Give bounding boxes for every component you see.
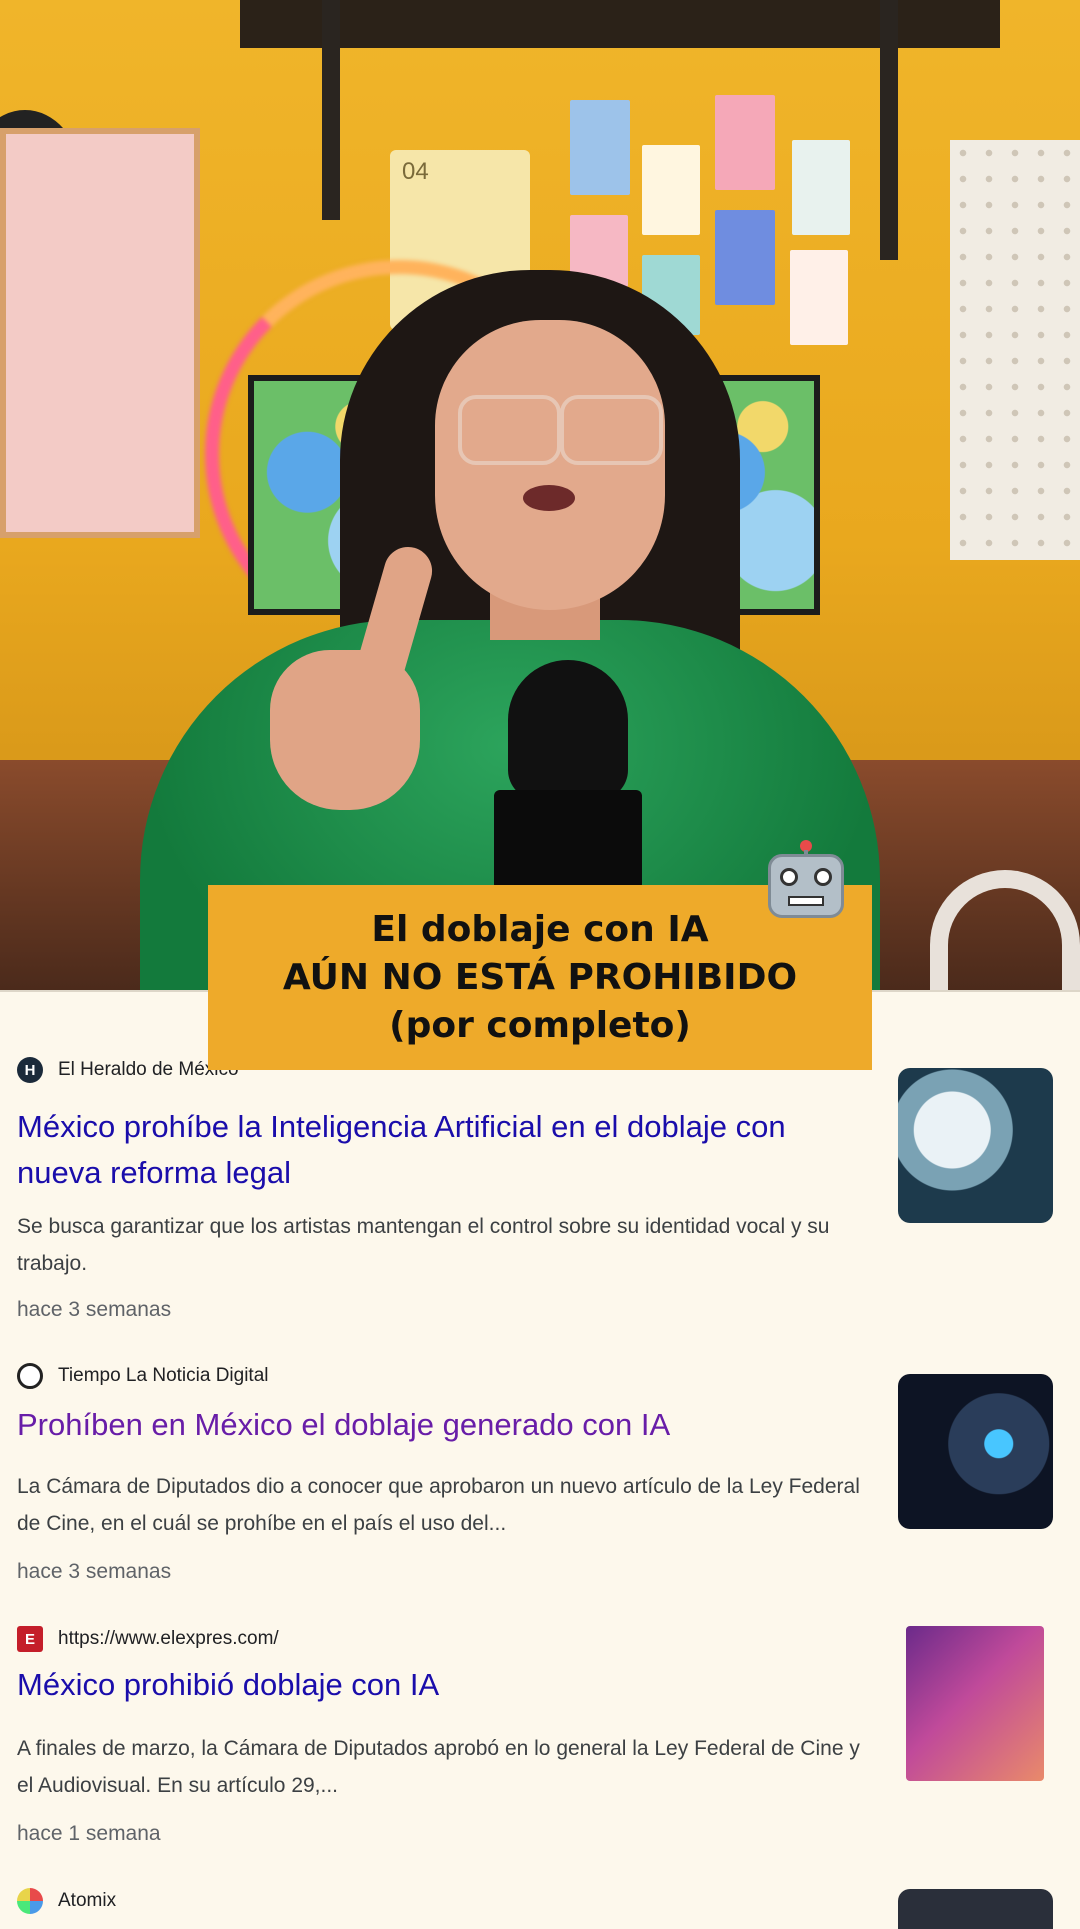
wall-poster	[715, 210, 775, 305]
caption-line-1: El doblaje con IA	[371, 908, 709, 950]
heraldo-icon: H	[17, 1057, 43, 1083]
caption-line-2: AÚN NO ESTÁ PROHIBIDO	[282, 956, 798, 998]
wall-poster	[642, 145, 700, 235]
glasses-lens	[560, 395, 663, 465]
calendar-number: 04	[402, 158, 429, 185]
tiempo-icon	[17, 1363, 43, 1389]
video-frame: 04	[0, 0, 1080, 990]
result-title-link[interactable]: Prohíben en México el doblaje generado c…	[17, 1402, 877, 1448]
source-name: Tiempo La Noticia Digital	[58, 1365, 269, 1386]
robot-icon	[768, 840, 844, 918]
pegboard	[950, 140, 1080, 560]
wall-poster	[570, 100, 630, 195]
result-snippet: A finales de marzo, la Cámara de Diputad…	[17, 1737, 860, 1797]
microphone-body	[494, 790, 642, 890]
result-snippet: Se busca garantizar que los artistas man…	[17, 1215, 830, 1275]
result-title-link[interactable]: México prohíbe la Inteligencia Artificia…	[17, 1104, 877, 1196]
result-source[interactable]: Atomix	[17, 1887, 116, 1915]
result-age: hace 3 semanas	[17, 1560, 172, 1583]
person-mouth	[523, 485, 575, 511]
result-title-link[interactable]: México prohibió doblaje con IA	[17, 1662, 877, 1708]
person-hand	[270, 650, 420, 810]
wall-poster	[715, 95, 775, 190]
source-name: https://www.elexpres.com/	[58, 1628, 279, 1649]
result-age: hace 1 semana	[17, 1822, 161, 1845]
source-name: Atomix	[58, 1890, 117, 1911]
person-face	[435, 320, 665, 610]
caption-line-3: (por completo)	[389, 1004, 691, 1046]
elexpres-icon: E	[17, 1626, 43, 1652]
result-thumbnail[interactable]	[906, 1626, 1044, 1781]
microphone-icon	[508, 660, 628, 800]
glasses-lens	[458, 395, 561, 465]
result-source[interactable]: E https://www.elexpres.com/	[17, 1625, 279, 1653]
result-snippet: La Cámara de Diputados dio a conocer que…	[17, 1475, 860, 1535]
shelf-bracket	[322, 0, 340, 220]
shelf-bracket	[880, 0, 898, 260]
wall-poster	[790, 250, 848, 345]
search-results: H El Heraldo de México México prohíbe la…	[0, 990, 1080, 1929]
wall-poster	[792, 140, 850, 235]
result-thumbnail[interactable]	[898, 1889, 1053, 1929]
wall-art	[0, 128, 200, 538]
atomix-icon	[17, 1888, 43, 1914]
result-source[interactable]: Tiempo La Noticia Digital	[17, 1362, 269, 1390]
result-source[interactable]: H El Heraldo de México	[17, 1056, 239, 1084]
result-age: hace 3 semanas	[17, 1298, 172, 1321]
result-thumbnail[interactable]	[898, 1374, 1053, 1529]
result-thumbnail[interactable]	[898, 1068, 1053, 1223]
